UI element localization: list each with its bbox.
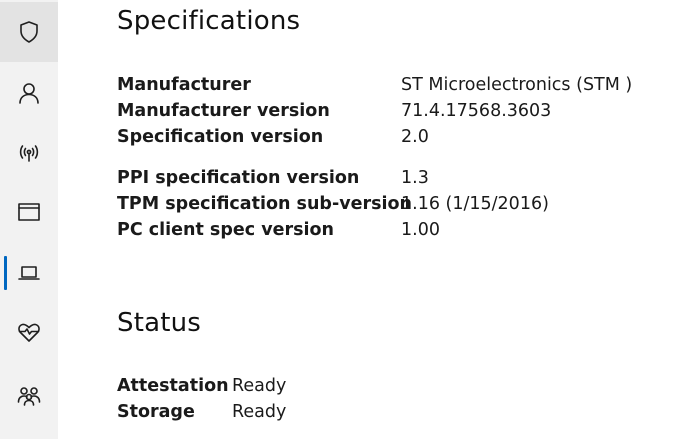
navigation-rail xyxy=(0,0,58,439)
spec-value: ST Microelectronics (STM ) xyxy=(401,75,633,95)
status-label: Storage xyxy=(117,402,195,422)
specifications-heading: Specifications xyxy=(117,6,301,36)
nav-device-security[interactable] xyxy=(0,243,58,303)
wireless-icon xyxy=(19,145,39,162)
spec-label: PPI specification version xyxy=(117,168,360,188)
spec-label: Specification version xyxy=(117,127,324,147)
status-heading: Status xyxy=(117,308,202,338)
spec-row-pc-client-spec-version: PC client spec version 1.00 xyxy=(117,217,677,243)
nav-account-protection[interactable] xyxy=(0,63,58,123)
nav-family-options[interactable] xyxy=(0,365,58,425)
spec-row-ppi-specification-version: PPI specification version 1.3 xyxy=(117,165,677,191)
spec-row-manufacturer-version: Manufacturer version 71.4.17568.3603 xyxy=(117,98,677,124)
spec-value: 1.3 xyxy=(401,168,429,188)
shield-icon xyxy=(20,21,38,43)
spec-row-specification-version: Specification version 2.0 xyxy=(117,124,677,150)
nav-virus-threat-protection[interactable] xyxy=(0,2,58,62)
spec-label: TPM specification sub-version xyxy=(117,194,413,214)
spec-row-manufacturer: Manufacturer ST Microelectronics (STM ) xyxy=(117,72,677,98)
spec-value: 1.00 xyxy=(401,220,440,240)
person-icon xyxy=(19,83,39,104)
status-row-storage: Storage Ready xyxy=(117,399,677,425)
windows-security-window: Specifications Manufacturer ST Microelec… xyxy=(0,0,678,439)
status-value: Ready xyxy=(232,376,287,396)
status-value: Ready xyxy=(232,402,287,422)
status-row-attestation: Attestation Ready xyxy=(117,373,677,399)
spec-value: 71.4.17568.3603 xyxy=(401,101,552,121)
family-icon xyxy=(17,387,41,406)
spec-label: Manufacturer xyxy=(117,75,251,95)
status-label: Attestation xyxy=(117,376,229,396)
nav-app-browser-control[interactable] xyxy=(0,182,58,242)
heart-pulse-icon xyxy=(18,323,40,342)
spec-row-tpm-spec-sub-version: TPM specification sub-version 1.16 (1/15… xyxy=(117,191,677,217)
app-window-icon xyxy=(18,203,40,221)
spec-value: 1.16 (1/15/2016) xyxy=(401,194,549,214)
spec-label: Manufacturer version xyxy=(117,101,330,121)
spec-value: 2.0 xyxy=(401,127,429,147)
spec-label: PC client spec version xyxy=(117,220,334,240)
nav-device-performance-health[interactable] xyxy=(0,302,58,362)
laptop-icon xyxy=(18,266,40,280)
nav-firewall-network[interactable] xyxy=(0,123,58,183)
